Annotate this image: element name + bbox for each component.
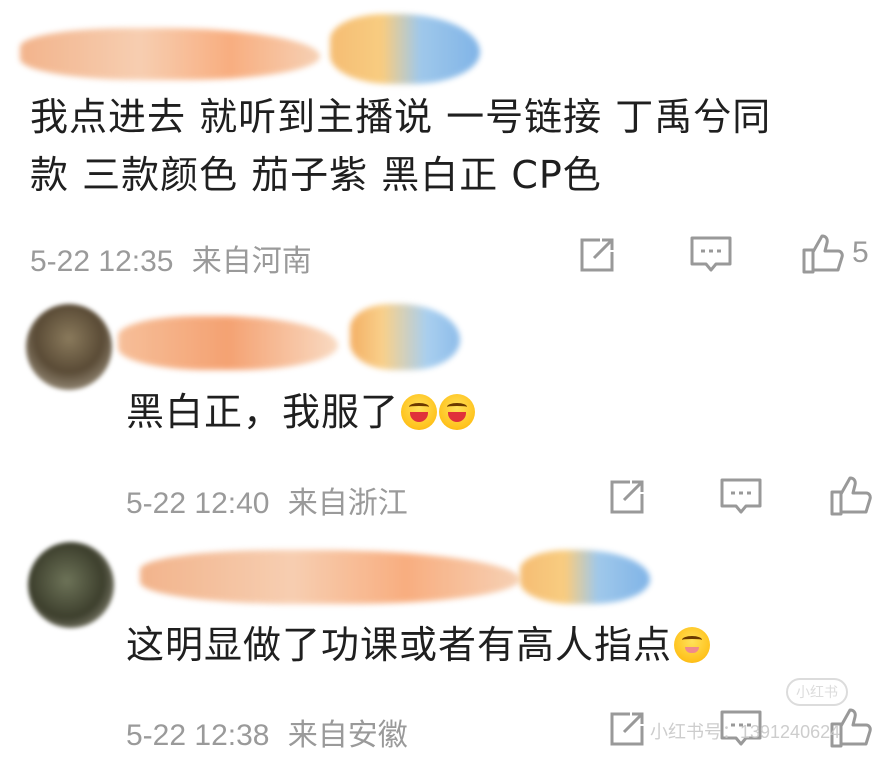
share-icon[interactable]	[606, 476, 648, 518]
comment-text: 黑白正，我服了	[126, 385, 476, 439]
laugh-emoji	[439, 394, 476, 430]
share-icon[interactable]	[606, 708, 648, 750]
like-icon[interactable]	[828, 472, 874, 518]
comment-icon[interactable]	[718, 476, 764, 518]
comment-time: 5-22 12:35	[30, 245, 174, 278]
comment-text-line: 我点进去 就听到主播说 一号链接 丁禹兮同	[30, 95, 772, 139]
comment-location: 来自安徽	[287, 719, 408, 752]
comment-text-content: 这明显做了功课或者有高人指点	[126, 623, 673, 667]
comment-time: 5-22 12:38	[126, 719, 270, 752]
comment-location: 来自浙江	[287, 487, 408, 520]
comment-text-content: 黑白正，我服了	[126, 390, 400, 434]
watermark-text: 小红书号：1391240624	[650, 722, 841, 742]
watermark-badge: 小红书	[786, 678, 848, 706]
share-icon[interactable]	[576, 234, 618, 276]
comment-item: 我点进去 就听到主播说 一号链接 丁禹兮同 款 三款颜色 茄子紫 黑白正 CP色…	[0, 0, 874, 290]
comment-item: 黑白正，我服了 5-22 12:40 来自浙江	[0, 290, 874, 530]
comment-location: 来自河南	[191, 245, 312, 278]
shy-emoji	[674, 627, 711, 663]
laugh-emoji	[401, 394, 438, 430]
avatar[interactable]	[26, 304, 112, 390]
comment-time: 5-22 12:40	[126, 487, 270, 520]
comment-text: 这明显做了功课或者有高人指点	[126, 618, 711, 672]
like-icon[interactable]	[800, 230, 846, 276]
comment-item: 这明显做了功课或者有高人指点 5-22 12:38 来自安徽 小红书 小红书号：…	[0, 530, 874, 758]
comment-icon[interactable]	[688, 234, 734, 276]
avatar[interactable]	[28, 542, 114, 628]
like-count: 5	[852, 236, 869, 269]
comment-text-line: 款 三款颜色 茄子紫 黑白正 CP色	[30, 153, 602, 197]
